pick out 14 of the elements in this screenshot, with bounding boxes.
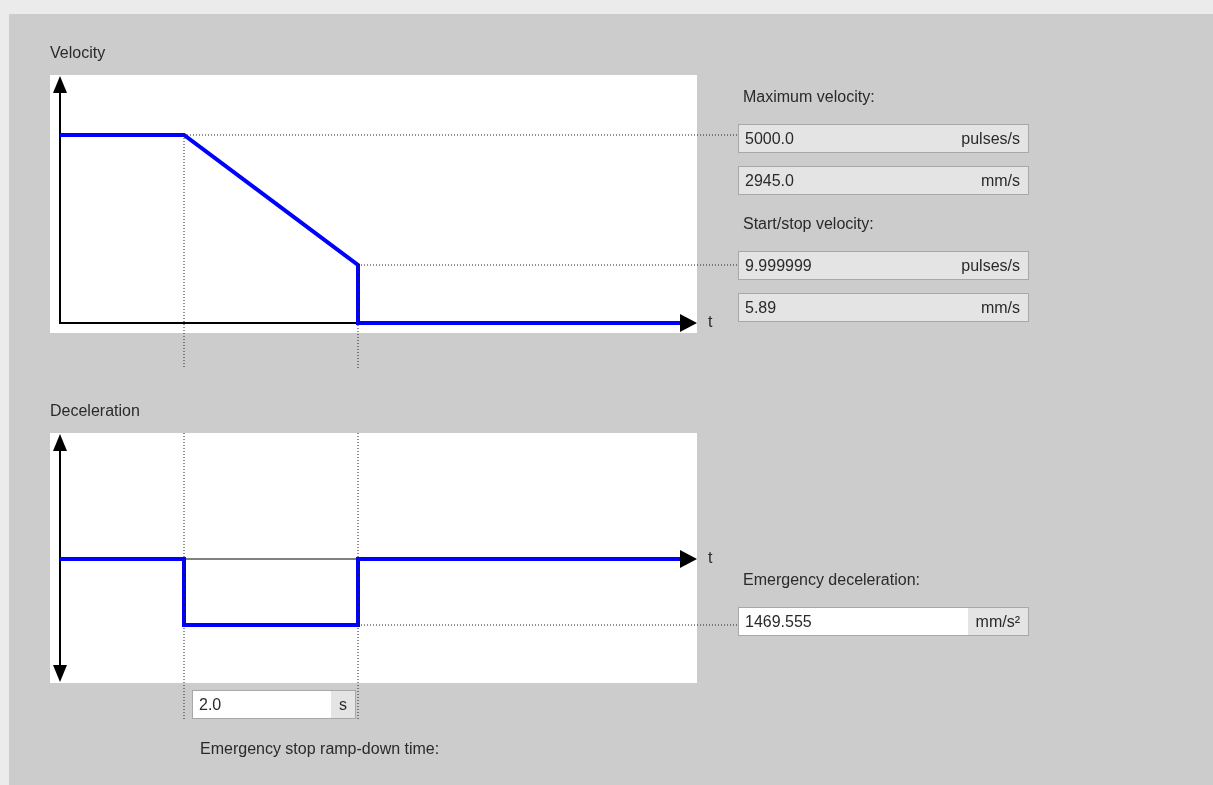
time-axis-label: t <box>708 312 713 332</box>
field-label: Emergency stop ramp-down time: <box>200 739 441 759</box>
value-field[interactable]: 2.0 s <box>192 690 356 719</box>
field-label: Start/stop velocity: <box>742 214 875 234</box>
value-field[interactable]: 5000.0 pulses/s <box>738 124 1029 153</box>
value-field[interactable]: 2945.0 mm/s <box>738 166 1029 195</box>
value-field[interactable]: 1469.555 mm/s² <box>738 607 1029 636</box>
value-field[interactable]: 9.999999 pulses/s <box>738 251 1029 280</box>
chart-title: Velocity <box>50 43 107 63</box>
time-axis-label: t <box>708 548 713 568</box>
chart-title: Deceleration <box>50 401 141 421</box>
field-label: Emergency deceleration: <box>742 570 921 590</box>
value-field[interactable]: 5.89 mm/s <box>738 293 1029 322</box>
field-label: Maximum velocity: <box>742 87 876 107</box>
